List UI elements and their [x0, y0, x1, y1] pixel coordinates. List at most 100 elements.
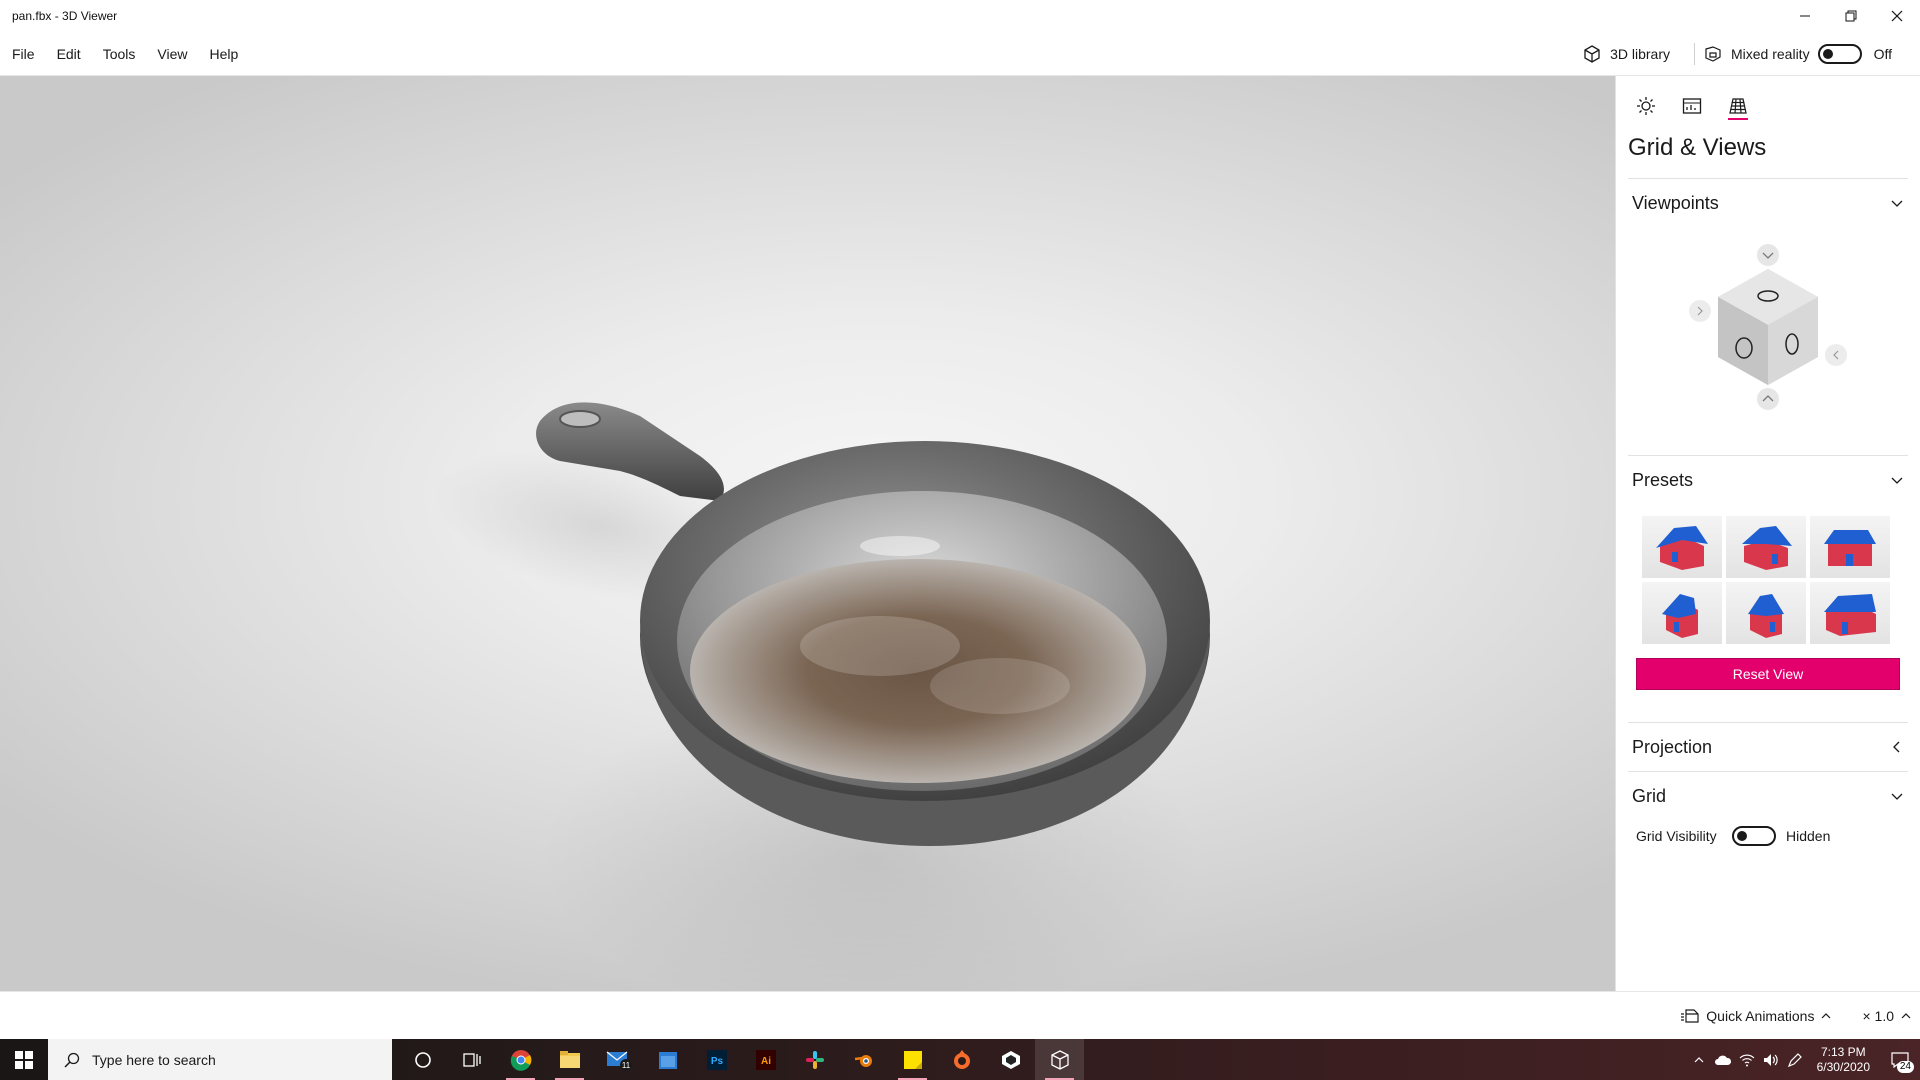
chevron-down-icon: [1891, 793, 1903, 800]
zoom-level[interactable]: × 1.0: [1862, 1008, 1894, 1024]
view-cube-graphic: [1689, 244, 1847, 410]
mixed-reality-label: Mixed reality: [1730, 46, 1810, 62]
chevron-up-icon[interactable]: [1820, 1010, 1832, 1022]
system-tray: 7:13 PM 6/30/2020 24: [1687, 1039, 1920, 1080]
minimize-button[interactable]: [1782, 0, 1828, 32]
preset-grid: [1616, 504, 1920, 644]
window-title: pan.fbx - 3D Viewer: [12, 9, 118, 23]
menu-view[interactable]: View: [146, 32, 198, 76]
menu-edit[interactable]: Edit: [46, 32, 92, 76]
volume-tray[interactable]: [1759, 1053, 1783, 1067]
preset-view-2[interactable]: [1726, 516, 1806, 578]
grid-visibility-row: Grid Visibility Hidden: [1616, 820, 1920, 852]
menu-tools[interactable]: Tools: [92, 32, 147, 76]
pen-tray[interactable]: [1783, 1052, 1807, 1068]
chevron-up-icon: [1694, 1056, 1704, 1062]
blender-icon: [854, 1054, 872, 1067]
chevron-up-icon[interactable]: [1900, 1010, 1912, 1022]
cortana-button[interactable]: [398, 1039, 447, 1080]
tab-grid-views[interactable]: [1720, 88, 1756, 124]
start-button[interactable]: [0, 1039, 48, 1080]
quick-animations: Quick Animations × 1.0: [1680, 992, 1920, 1040]
3d-viewer-button[interactable]: [1035, 1039, 1084, 1080]
chevron-left-icon: [1893, 741, 1900, 753]
quick-animations-label[interactable]: Quick Animations: [1706, 1008, 1814, 1024]
toggle-knob: [1822, 49, 1833, 59]
onedrive-tray[interactable]: [1711, 1054, 1735, 1066]
house-icon: [1662, 594, 1698, 638]
presets-header[interactable]: Presets: [1616, 456, 1920, 504]
side-panel: Grid & Views Viewpoints Presets Reset Vi…: [1615, 76, 1920, 991]
mail-button[interactable]: 11: [594, 1039, 643, 1080]
taskbar-search[interactable]: Type here to search: [48, 1039, 392, 1080]
close-icon: [1891, 10, 1903, 22]
restore-button[interactable]: [1828, 0, 1874, 32]
clock-date: 6/30/2020: [1816, 1059, 1870, 1074]
slack-button[interactable]: [790, 1039, 839, 1080]
reset-view-button[interactable]: Reset View: [1636, 658, 1900, 690]
origin-button[interactable]: [937, 1039, 986, 1080]
illustrator-label: Ai: [761, 1056, 771, 1067]
illustrator-button[interactable]: Ai: [741, 1039, 790, 1080]
view-cube[interactable]: [1616, 227, 1920, 455]
preset-view-5[interactable]: [1726, 582, 1806, 644]
task-view-icon: [462, 1052, 481, 1067]
clock[interactable]: 7:13 PM 6/30/2020: [1817, 1045, 1870, 1075]
3d-viewport[interactable]: [0, 76, 1615, 991]
projection-label: Projection: [1632, 736, 1713, 757]
photoshop-button[interactable]: Ps: [692, 1039, 741, 1080]
volume-icon: [1763, 1053, 1778, 1066]
grid-visibility-toggle[interactable]: [1732, 826, 1776, 846]
preset-view-6[interactable]: [1810, 582, 1890, 644]
show-hidden-icons[interactable]: [1687, 1054, 1711, 1066]
mixed-reality-toggle[interactable]: [1817, 44, 1862, 64]
file-explorer-button[interactable]: [545, 1039, 594, 1080]
house-icon: [1824, 530, 1876, 566]
cloud-icon: [1714, 1055, 1731, 1065]
taskbar: Type here to search 11 Ps Ai 7:13 PM 6/3…: [0, 1039, 1920, 1080]
network-tray[interactable]: [1735, 1053, 1759, 1067]
restore-icon: [1845, 10, 1857, 22]
grid-icon: [1729, 98, 1747, 114]
house-icon: [1748, 594, 1784, 638]
mixed-reality-control: Mixed reality Off: [1703, 44, 1920, 64]
preset-view-3[interactable]: [1810, 516, 1890, 578]
grid-visibility-label: Grid Visibility: [1636, 828, 1717, 844]
house-icon: [1824, 594, 1876, 636]
calendar-button[interactable]: [643, 1039, 692, 1080]
projection-header[interactable]: Projection: [1616, 723, 1920, 771]
preset-view-4[interactable]: [1642, 582, 1722, 644]
window-controls: [1782, 0, 1920, 32]
slack-icon: [805, 1050, 824, 1069]
search-placeholder: Type here to search: [92, 1051, 216, 1068]
origin-icon: [953, 1049, 970, 1069]
3d-library-label: 3D library: [1610, 46, 1670, 62]
sticky-notes-button[interactable]: [888, 1039, 937, 1080]
preset-view-1[interactable]: [1642, 516, 1722, 578]
grid-header[interactable]: Grid: [1616, 772, 1920, 820]
taskbar-apps: 11 Ps Ai: [398, 1039, 1084, 1080]
menu-file[interactable]: File: [0, 32, 46, 76]
viewpoints-header[interactable]: Viewpoints: [1616, 179, 1920, 227]
blender-button[interactable]: [839, 1039, 888, 1080]
tab-stats[interactable]: [1674, 88, 1710, 124]
clock-time: 7:13 PM: [1820, 1044, 1866, 1059]
house-icon: [1742, 526, 1792, 570]
chrome-button[interactable]: [496, 1039, 545, 1080]
windows-icon: [15, 1050, 33, 1069]
top-right-controls: 3D library Mixed reality Off: [1570, 32, 1920, 76]
menu-help[interactable]: Help: [198, 32, 249, 76]
close-button[interactable]: [1874, 0, 1920, 32]
animation-icon: [1681, 1009, 1699, 1023]
viewpoints-label: Viewpoints: [1632, 192, 1719, 213]
3d-library-button[interactable]: 3D library: [1570, 32, 1682, 76]
tab-lighting[interactable]: [1628, 88, 1664, 124]
action-center-button[interactable]: 24: [1880, 1039, 1920, 1080]
calendar-icon: [658, 1051, 677, 1069]
mail-icon: 11: [606, 1051, 632, 1071]
photoshop-label: Ps: [710, 1056, 723, 1067]
minimize-icon: [1800, 15, 1810, 17]
file-explorer-icon: [559, 1050, 580, 1068]
unity-button[interactable]: [986, 1039, 1035, 1080]
task-view-button[interactable]: [447, 1039, 496, 1080]
